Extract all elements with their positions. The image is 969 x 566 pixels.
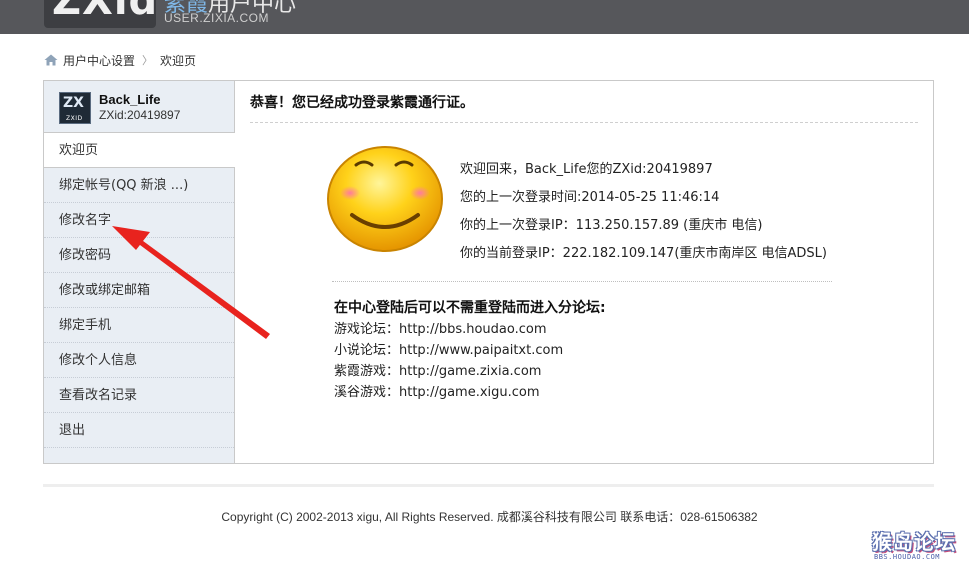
avatar-logo: ZX <box>63 95 84 111</box>
sidebar-item-change-password[interactable]: 修改密码 <box>44 238 234 273</box>
divider <box>250 122 918 123</box>
sidebar-item-welcome[interactable]: 欢迎页 <box>44 133 235 168</box>
zxid-logo[interactable]: ZXid <box>52 0 158 24</box>
watermark-url: BBS.HOUDAO.COM <box>874 553 941 561</box>
forum-link-zixia-game[interactable]: 紫霞游戏：http://game.zixia.com <box>334 361 606 382</box>
smiley-icon <box>327 146 443 252</box>
footer-divider <box>43 484 934 487</box>
user-name: Back_Life <box>99 92 161 107</box>
content-area: 恭喜！您已经成功登录紫霞通行证。 欢迎回来，Back_Life您的ZXid:20… <box>236 81 933 463</box>
info-last-login-ip: 你的上一次登录IP：113.250.157.89 (重庆市 电信) <box>460 218 763 233</box>
user-card: ZX ZXID Back_Life ZXid:20419897 <box>44 81 234 133</box>
sidebar-item-bind-email[interactable]: 修改或绑定邮箱 <box>44 273 234 308</box>
watermark-logo: 猴岛论坛 <box>872 530 956 554</box>
info-current-ip: 你的当前登录IP：222.182.109.147(重庆市南岸区 电信ADSL) <box>460 246 827 261</box>
breadcrumb-current: 欢迎页 <box>160 53 197 68</box>
sidebar-item-rename-history[interactable]: 查看改名记录 <box>44 378 234 413</box>
avatar: ZX ZXID <box>59 92 91 124</box>
main-panel: ZX ZXID Back_Life ZXid:20419897 欢迎页 绑定帐号… <box>43 80 934 464</box>
sidebar-item-bind-account[interactable]: 绑定帐号(QQ 新浪 ...) <box>44 168 234 203</box>
info-welcome-back: 欢迎回来，Back_Life您的ZXid:20419897 <box>460 162 713 177</box>
breadcrumb: 用户中心设置 〉 欢迎页 <box>44 52 196 68</box>
sidebar: ZX ZXID Back_Life ZXid:20419897 欢迎页 绑定帐号… <box>44 81 235 463</box>
home-icon[interactable] <box>44 54 58 66</box>
breadcrumb-root[interactable]: 用户中心设置 <box>63 52 135 69</box>
brand-url: USER.ZIXIA.COM <box>164 11 270 25</box>
sidebar-item-profile[interactable]: 修改个人信息 <box>44 343 234 378</box>
sidebar-item-change-name[interactable]: 修改名字 <box>44 203 234 238</box>
forum-list: 在中心登陆后可以不需重登陆而进入分论坛: 游戏论坛：http://bbs.hou… <box>334 298 606 403</box>
forum-link-xigu-game[interactable]: 溪谷游戏：http://game.xigu.com <box>334 382 606 403</box>
welcome-title: 恭喜！您已经成功登录紫霞通行证。 <box>250 95 474 111</box>
sidebar-item-bind-phone[interactable]: 绑定手机 <box>44 308 234 343</box>
info-last-login-time: 您的上一次登录时间:2014-05-25 11:46:14 <box>460 190 720 205</box>
user-id: ZXid:20419897 <box>99 108 181 122</box>
forum-link-game[interactable]: 游戏论坛：http://bbs.houdao.com <box>334 319 606 340</box>
login-info: 欢迎回来，Back_Life您的ZXid:20419897 您的上一次登录时间:… <box>460 156 827 268</box>
forum-watermark: 猴岛论坛 BBS.HOUDAO.COM <box>872 526 966 564</box>
forum-heading: 在中心登陆后可以不需重登陆而进入分论坛: <box>334 300 606 316</box>
forum-link-novel[interactable]: 小说论坛：http://www.paipaitxt.com <box>334 340 606 361</box>
site-header: ZXid 紫霞用户中心 USER.ZIXIA.COM <box>0 0 969 34</box>
divider <box>332 281 832 282</box>
sidebar-item-logout[interactable]: 退出 <box>44 413 234 448</box>
footer-copyright: Copyright (C) 2002-2013 xigu, All Rights… <box>221 510 758 524</box>
breadcrumb-separator: 〉 <box>142 54 154 67</box>
avatar-tag: ZXID <box>66 115 83 122</box>
